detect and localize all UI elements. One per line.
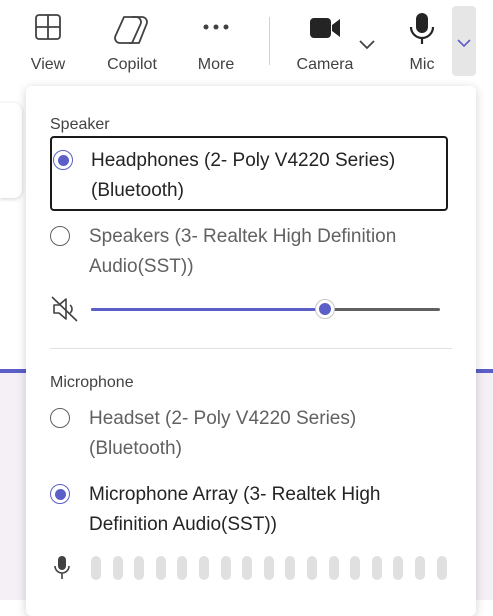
view-label: View xyxy=(30,56,66,73)
mic-radio-array[interactable] xyxy=(50,484,70,504)
mic-options-button[interactable] xyxy=(452,6,476,76)
mic-level-bar xyxy=(285,556,296,580)
mic-option-label: Microphone Array (3- Realtek High Defini… xyxy=(89,484,381,535)
section-divider xyxy=(50,348,452,349)
more-button[interactable]: More xyxy=(186,0,246,84)
speaker-mute-icon[interactable] xyxy=(51,296,79,322)
mic-option-array[interactable]: Microphone Array (3- Realtek High Defini… xyxy=(50,480,452,540)
camera-button[interactable]: Camera xyxy=(295,0,355,84)
mic-button[interactable]: Mic xyxy=(392,0,452,84)
view-button[interactable]: View xyxy=(18,0,78,84)
mic-level-bar xyxy=(112,556,123,580)
camera-options-chevron-icon[interactable] xyxy=(358,38,376,50)
more-horizontal-icon xyxy=(203,24,229,30)
microphone-section-title: Microphone xyxy=(50,374,134,391)
mic-level-bar xyxy=(328,556,339,580)
more-label: More xyxy=(197,56,235,73)
background-card xyxy=(0,103,22,198)
mic-level-bar xyxy=(91,556,101,580)
mic-level-bar xyxy=(415,556,425,580)
chevron-down-icon xyxy=(457,39,471,48)
speaker-section-title: Speaker xyxy=(50,116,110,133)
mic-level-bar xyxy=(242,556,253,580)
microphone-icon xyxy=(54,556,70,579)
speaker-radio-speakers[interactable] xyxy=(50,226,70,246)
mic-level-bar xyxy=(371,556,382,580)
speaker-option-label: Headphones (2- Poly V4220 Series) (Bluet… xyxy=(91,150,396,201)
mic-level-bar xyxy=(393,556,404,580)
volume-fill xyxy=(91,308,325,311)
mic-label: Mic xyxy=(409,56,435,73)
camera-label: Camera xyxy=(296,56,354,73)
meeting-toolbar: View Copilot More Camera Mic xyxy=(0,0,493,84)
microphone-icon xyxy=(409,13,435,44)
mic-option-label: Headset (2- Poly V4220 Series) (Bluetoot… xyxy=(89,408,357,459)
mic-level-bar xyxy=(350,556,361,580)
toolbar-separator xyxy=(269,17,270,65)
speaker-radio-headphones[interactable] xyxy=(53,150,73,170)
mic-level-bar xyxy=(436,556,447,580)
speaker-volume-slider[interactable] xyxy=(91,299,440,319)
mic-level-bar xyxy=(177,556,188,580)
mic-level-bar xyxy=(199,556,209,580)
grid-icon xyxy=(35,14,61,40)
mic-level-bar xyxy=(263,556,274,580)
volume-thumb[interactable] xyxy=(314,299,335,319)
mic-radio-headset[interactable] xyxy=(50,408,70,428)
mic-level-bar xyxy=(220,556,231,580)
copilot-icon xyxy=(114,16,148,44)
video-camera-icon xyxy=(310,18,340,38)
mic-level-bar xyxy=(155,556,166,580)
mic-level-bar xyxy=(307,556,317,580)
mic-level-bar xyxy=(134,556,145,580)
copilot-label: Copilot xyxy=(107,56,157,73)
speaker-option-label: Speakers (3- Realtek High Definition Aud… xyxy=(89,226,397,277)
speaker-option-headphones[interactable]: Headphones (2- Poly V4220 Series) (Bluet… xyxy=(50,136,448,211)
copilot-button[interactable]: Copilot xyxy=(102,0,162,84)
speaker-option-speakers[interactable]: Speakers (3- Realtek High Definition Aud… xyxy=(50,222,452,282)
mic-option-headset[interactable]: Headset (2- Poly V4220 Series) (Bluetoot… xyxy=(50,404,452,464)
